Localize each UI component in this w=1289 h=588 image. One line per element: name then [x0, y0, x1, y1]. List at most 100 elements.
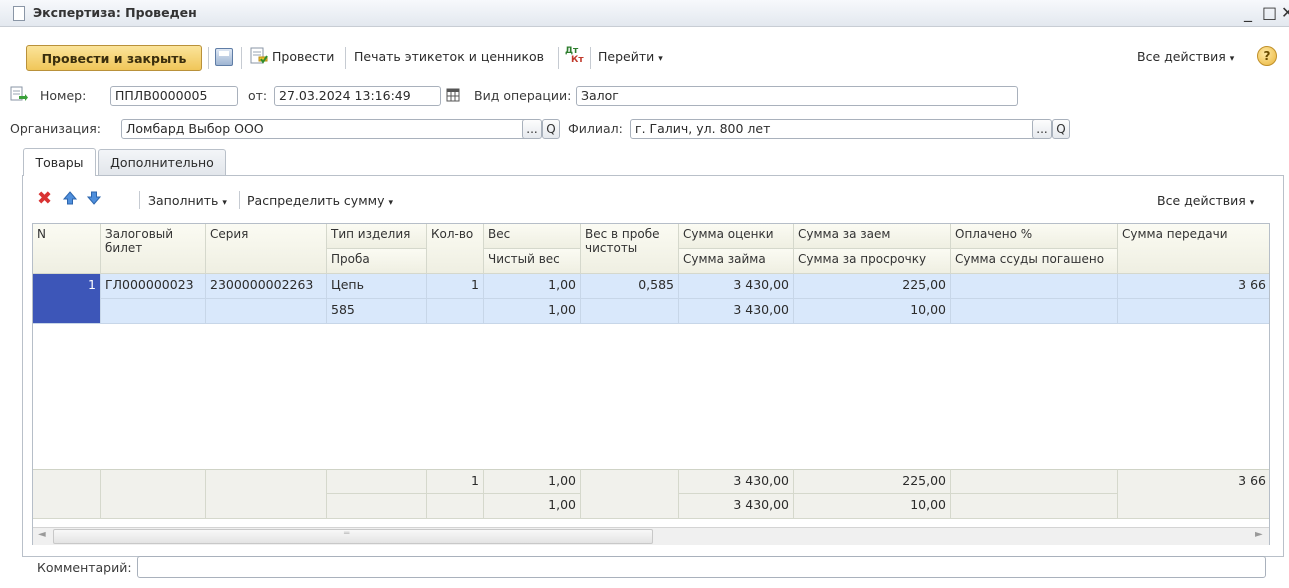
table-cell-empty[interactable]	[581, 299, 679, 324]
grid-all-actions-label: Все действия	[1157, 193, 1246, 208]
table-cell-eval-sum[interactable]: 3 430,00	[679, 274, 794, 299]
column-header-loan-repaid[interactable]: Сумма ссуды погашено	[951, 249, 1118, 274]
print-labels-button[interactable]: Печать этикеток и ценников	[354, 49, 544, 64]
organization-select-button[interactable]: ...	[522, 119, 542, 139]
scroll-right-icon[interactable]: ►	[1255, 529, 1263, 540]
grid-all-actions-menu[interactable]: Все действия ▾	[1157, 193, 1254, 208]
table-cell-item-type[interactable]: Цепь	[327, 274, 427, 299]
table-cell-pure-weight[interactable]: 0,585	[581, 274, 679, 299]
column-header-ticket[interactable]: Залоговый билет	[101, 224, 206, 274]
branch-label: Филиал:	[568, 121, 623, 136]
close-button[interactable]: ✕	[1281, 3, 1289, 22]
chevron-down-icon: ▾	[388, 198, 393, 208]
operation-type-field[interactable]: Залог	[576, 86, 1018, 106]
goods-table[interactable]: N Залоговый билет Серия Тип изделия Проб…	[32, 223, 1270, 545]
totals-cell	[206, 469, 327, 519]
horizontal-scrollbar[interactable]: ◄ ═ ►	[33, 527, 1269, 545]
toolbar-separator	[558, 47, 559, 69]
fill-label: Заполнить	[148, 193, 219, 208]
column-header-paid-pct[interactable]: Оплачено %	[951, 224, 1118, 249]
table-cell-series[interactable]: 2300000002263	[206, 274, 327, 299]
column-header-series[interactable]: Серия	[206, 224, 327, 274]
column-header-n[interactable]: N	[33, 224, 101, 274]
table-cell-qty[interactable]: 1	[427, 274, 484, 299]
comment-field[interactable]	[137, 556, 1266, 578]
number-label: Номер:	[40, 88, 87, 103]
comment-label: Комментарий:	[37, 560, 132, 575]
column-header-eval-sum[interactable]: Сумма оценки	[679, 224, 794, 249]
chevron-down-icon: ▾	[1249, 198, 1255, 208]
branch-select-button[interactable]: ...	[1032, 119, 1052, 139]
post-and-close-button[interactable]: Провести и закрыть	[26, 45, 202, 71]
maximize-button[interactable]: □	[1262, 3, 1277, 22]
organization-label: Организация:	[10, 121, 101, 136]
branch-search-icon[interactable]: Q	[1052, 119, 1070, 139]
chevron-down-icon: ▾	[658, 54, 663, 64]
totals-cell	[101, 469, 206, 519]
document-arrow-icon	[10, 86, 28, 101]
table-cell-paid-pct[interactable]	[951, 274, 1118, 299]
tab-additional[interactable]: Дополнительно	[98, 149, 226, 175]
column-header-loan-sum[interactable]: Сумма займа	[679, 249, 794, 274]
table-cell-ticket[interactable]: ГЛ000000023	[101, 274, 206, 299]
help-icon[interactable]: ?	[1257, 46, 1277, 66]
distribute-sum-menu[interactable]: Распределить сумму ▾	[247, 193, 393, 208]
totals-cell	[327, 469, 427, 494]
table-cell-transfer-sum[interactable]: 3 66	[1118, 274, 1269, 299]
table-cell-empty[interactable]	[206, 299, 327, 324]
organization-field[interactable]: Ломбард Выбор ООО	[121, 119, 534, 139]
table-cell-probe[interactable]: 585	[327, 299, 427, 324]
organization-search-icon[interactable]: Q	[542, 119, 560, 139]
scroll-left-icon[interactable]: ◄	[38, 529, 46, 540]
column-header-item-type[interactable]: Тип изделия	[327, 224, 427, 249]
dt-kt-icon[interactable]: Дт Кт	[565, 47, 584, 67]
totals-net-weight: 1,00	[484, 494, 581, 519]
chevron-down-icon: ▾	[222, 198, 227, 208]
table-cell-weight[interactable]: 1,00	[484, 274, 581, 299]
fill-menu[interactable]: Заполнить ▾	[148, 193, 227, 208]
goto-menu[interactable]: Перейти ▾	[598, 49, 663, 64]
tab-goods[interactable]: Товары	[23, 148, 96, 176]
post-button[interactable]: Провести	[272, 49, 334, 64]
calendar-icon[interactable]	[446, 88, 460, 102]
column-header-weight[interactable]: Вес	[484, 224, 581, 249]
toolbar-separator	[345, 47, 346, 69]
all-actions-menu[interactable]: Все действия ▾	[1137, 49, 1234, 64]
branch-field[interactable]: г. Галич, ул. 800 лет	[630, 119, 1050, 139]
all-actions-label: Все действия	[1137, 49, 1226, 64]
column-header-pure-weight[interactable]: Вес в пробе чистоты	[581, 224, 679, 274]
column-header-transfer-sum[interactable]: Сумма передачи	[1118, 224, 1269, 274]
column-header-qty[interactable]: Кол-во	[427, 224, 484, 274]
table-cell-loan-sum[interactable]: 3 430,00	[679, 299, 794, 324]
date-field[interactable]: 27.03.2024 13:16:49	[274, 86, 441, 106]
column-header-overdue-fee[interactable]: Сумма за просрочку	[794, 249, 951, 274]
column-header-loan-fee[interactable]: Сумма за заем	[794, 224, 951, 249]
delete-icon[interactable]: ✖	[37, 190, 52, 208]
table-cell-empty[interactable]	[427, 299, 484, 324]
totals-cell	[33, 469, 101, 519]
column-header-net-weight[interactable]: Чистый вес	[484, 249, 581, 274]
move-down-icon[interactable]	[86, 190, 102, 206]
toolbar-separator	[241, 47, 242, 69]
table-row-number[interactable]: 1	[33, 274, 101, 324]
save-icon[interactable]	[215, 48, 233, 66]
goto-label: Перейти	[598, 49, 655, 64]
number-field[interactable]: ППЛВ0000005	[110, 86, 238, 106]
table-cell-empty[interactable]	[1118, 299, 1269, 324]
table-cell-loan-repaid[interactable]	[951, 299, 1118, 324]
scrollbar-thumb[interactable]: ═	[53, 529, 653, 544]
post-document-icon[interactable]	[250, 47, 268, 67]
toolbar-separator	[590, 47, 591, 69]
move-up-icon[interactable]	[62, 190, 78, 206]
table-cell-net-weight[interactable]: 1,00	[484, 299, 581, 324]
totals-cell	[951, 494, 1118, 519]
minimize-button[interactable]: _	[1244, 3, 1252, 22]
totals-cell	[951, 469, 1118, 494]
table-cell-overdue-fee[interactable]: 10,00	[794, 299, 951, 324]
table-cell-loan-fee[interactable]: 225,00	[794, 274, 951, 299]
table-cell-empty[interactable]	[101, 299, 206, 324]
column-header-probe[interactable]: Проба	[327, 249, 427, 274]
operation-type-label: Вид операции:	[474, 88, 572, 103]
totals-cell	[327, 494, 427, 519]
toolbar-separator	[208, 47, 209, 69]
